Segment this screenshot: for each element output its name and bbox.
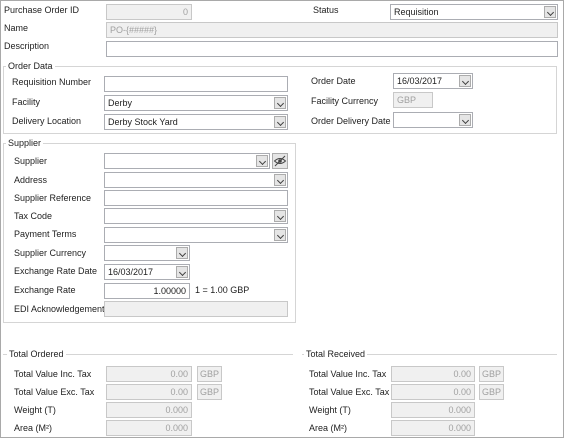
requisition-number-field[interactable] [104, 76, 288, 92]
po-id-value: 0 [182, 7, 188, 17]
supplier-lookup-button[interactable] [272, 153, 288, 169]
total-received-title: Total Received [304, 348, 368, 360]
ordered-exc-tax-label: Total Value Exc. Tax [14, 387, 95, 397]
eye-icon [273, 155, 287, 167]
payment-terms-label: Payment Terms [14, 229, 77, 239]
order-date-picker[interactable]: 16/03/2017 [393, 73, 473, 89]
exchange-rate-field[interactable]: 1.00000 [104, 283, 190, 299]
ordered-inc-tax-field: 0.00 [106, 366, 192, 382]
ordered-exc-tax-unit: GBP [197, 384, 222, 400]
order-delivery-date-label: Order Delivery Date [311, 116, 391, 126]
received-weight-label: Weight (T) [309, 405, 351, 415]
status-select[interactable]: Requisition [390, 4, 558, 20]
chevron-down-icon[interactable] [274, 210, 286, 222]
supplier-currency-label: Supplier Currency [14, 248, 87, 258]
address-label: Address [14, 175, 48, 185]
order-data-title: Order Data [6, 60, 55, 72]
supplier-reference-label: Supplier Reference [14, 193, 92, 203]
order-date-label: Order Date [311, 76, 356, 86]
name-label: Name [4, 23, 29, 33]
exchange-rate-date-label: Exchange Rate Date [14, 266, 98, 276]
supplier-currency-select[interactable] [104, 245, 190, 261]
facility-currency-label: Facility Currency [311, 96, 379, 106]
ordered-weight-field: 0.000 [106, 402, 192, 418]
chevron-down-icon[interactable] [176, 247, 188, 259]
tax-code-select[interactable] [104, 208, 288, 224]
received-inc-tax-label: Total Value Inc. Tax [309, 369, 387, 379]
facility-value: Derby [108, 98, 133, 108]
received-area-label: Area (M²) [309, 423, 347, 433]
status-value: Requisition [394, 7, 439, 17]
exchange-rate-label: Exchange Rate [14, 285, 76, 295]
supplier-label: Supplier [14, 156, 48, 166]
name-field[interactable]: PO-{#####} [106, 22, 558, 38]
status-label: Status [313, 5, 339, 15]
exchange-rate-date-value: 16/03/2017 [108, 267, 154, 277]
ordered-inc-tax-label: Total Value Inc. Tax [14, 369, 92, 379]
description-field[interactable] [106, 41, 558, 57]
edi-acknowledgement-label: EDI Acknowledgement [14, 304, 105, 314]
name-placeholder: PO-{#####} [110, 25, 158, 35]
address-select[interactable] [104, 172, 288, 188]
received-weight-field: 0.000 [391, 402, 475, 418]
supplier-title: Supplier [6, 137, 44, 149]
delivery-location-select[interactable]: Derby Stock Yard [104, 114, 288, 130]
chevron-down-icon[interactable] [274, 97, 286, 109]
exchange-rate-note: 1 = 1.00 GBP [195, 285, 250, 295]
ordered-exc-tax-field: 0.00 [106, 384, 192, 400]
ordered-area-field: 0.000 [106, 420, 192, 436]
facility-currency-field: GBP [393, 92, 433, 108]
delivery-location-label: Delivery Location [12, 116, 82, 126]
edi-acknowledgement-field [104, 301, 288, 317]
facility-label: Facility [12, 97, 41, 107]
supplier-select[interactable] [104, 153, 270, 169]
received-inc-tax-field: 0.00 [391, 366, 475, 382]
chevron-down-icon[interactable] [256, 155, 268, 167]
ordered-inc-tax-unit: GBP [197, 366, 222, 382]
received-exc-tax-field: 0.00 [391, 384, 475, 400]
chevron-down-icon[interactable] [274, 229, 286, 241]
chevron-down-icon[interactable] [459, 75, 471, 87]
ordered-area-label: Area (M²) [14, 423, 52, 433]
supplier-reference-field[interactable] [104, 190, 288, 206]
received-exc-tax-unit: GBP [479, 384, 504, 400]
description-label: Description [4, 41, 50, 51]
received-exc-tax-label: Total Value Exc. Tax [309, 387, 390, 397]
chevron-down-icon[interactable] [459, 114, 471, 126]
received-inc-tax-unit: GBP [479, 366, 504, 382]
total-ordered-title: Total Ordered [7, 348, 66, 360]
requisition-number-label: Requisition Number [12, 77, 92, 87]
tax-code-label: Tax Code [14, 211, 53, 221]
payment-terms-select[interactable] [104, 227, 288, 243]
po-id-field: 0 [106, 4, 192, 20]
received-area-field: 0.000 [391, 420, 475, 436]
facility-currency-value: GBP [397, 95, 417, 105]
order-delivery-date-picker[interactable] [393, 112, 473, 128]
ordered-weight-label: Weight (T) [14, 405, 56, 415]
chevron-down-icon[interactable] [274, 116, 286, 128]
delivery-location-value: Derby Stock Yard [108, 117, 178, 127]
chevron-down-icon[interactable] [274, 174, 286, 186]
chevron-down-icon[interactable] [176, 266, 188, 278]
po-id-label: Purchase Order ID [4, 5, 80, 15]
chevron-down-icon[interactable] [544, 6, 556, 18]
exchange-rate-date-picker[interactable]: 16/03/2017 [104, 264, 190, 280]
facility-select[interactable]: Derby [104, 95, 288, 111]
exchange-rate-value: 1.00000 [153, 286, 186, 296]
